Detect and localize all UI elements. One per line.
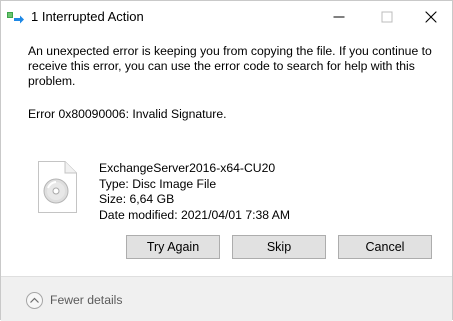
copy-action-icon [7, 10, 25, 24]
chevron-up-icon[interactable] [26, 291, 43, 309]
maximize-icon [381, 11, 393, 23]
maximize-button[interactable] [364, 1, 410, 33]
cancel-button[interactable]: Cancel [338, 235, 432, 259]
window-title: 1 Interrupted Action [31, 9, 144, 24]
dialog-footer: Fewer details [1, 276, 452, 321]
file-size: Size: 6,64 GB [99, 192, 175, 206]
error-message: An unexpected error is keeping you from … [28, 44, 432, 88]
file-date-modified: Date modified: 2021/04/01 7:38 AM [99, 207, 291, 222]
title-bar[interactable]: 1 Interrupted Action [1, 1, 452, 33]
interrupted-action-dialog: 1 Interrupted Action An unexpected error… [0, 0, 453, 321]
file-type: Type: Disc Image File [99, 176, 217, 191]
error-code: Error 0x80090006: Invalid Signature. [28, 107, 227, 121]
file-name: ExchangeServer2016-x64-CU20 [99, 161, 276, 175]
minimize-button[interactable] [316, 1, 362, 33]
close-icon [425, 11, 437, 23]
fewer-details-toggle[interactable]: Fewer details [26, 290, 122, 310]
close-button[interactable] [408, 1, 453, 33]
skip-button[interactable]: Skip [232, 235, 326, 259]
fewer-details-label[interactable]: Fewer details [50, 293, 122, 307]
disc-image-file-icon [36, 161, 78, 213]
try-again-button[interactable]: Try Again [126, 235, 220, 259]
minimize-icon [333, 16, 345, 18]
file-details: ExchangeServer2016-x64-CU20 Type: Disc I… [99, 161, 290, 223]
